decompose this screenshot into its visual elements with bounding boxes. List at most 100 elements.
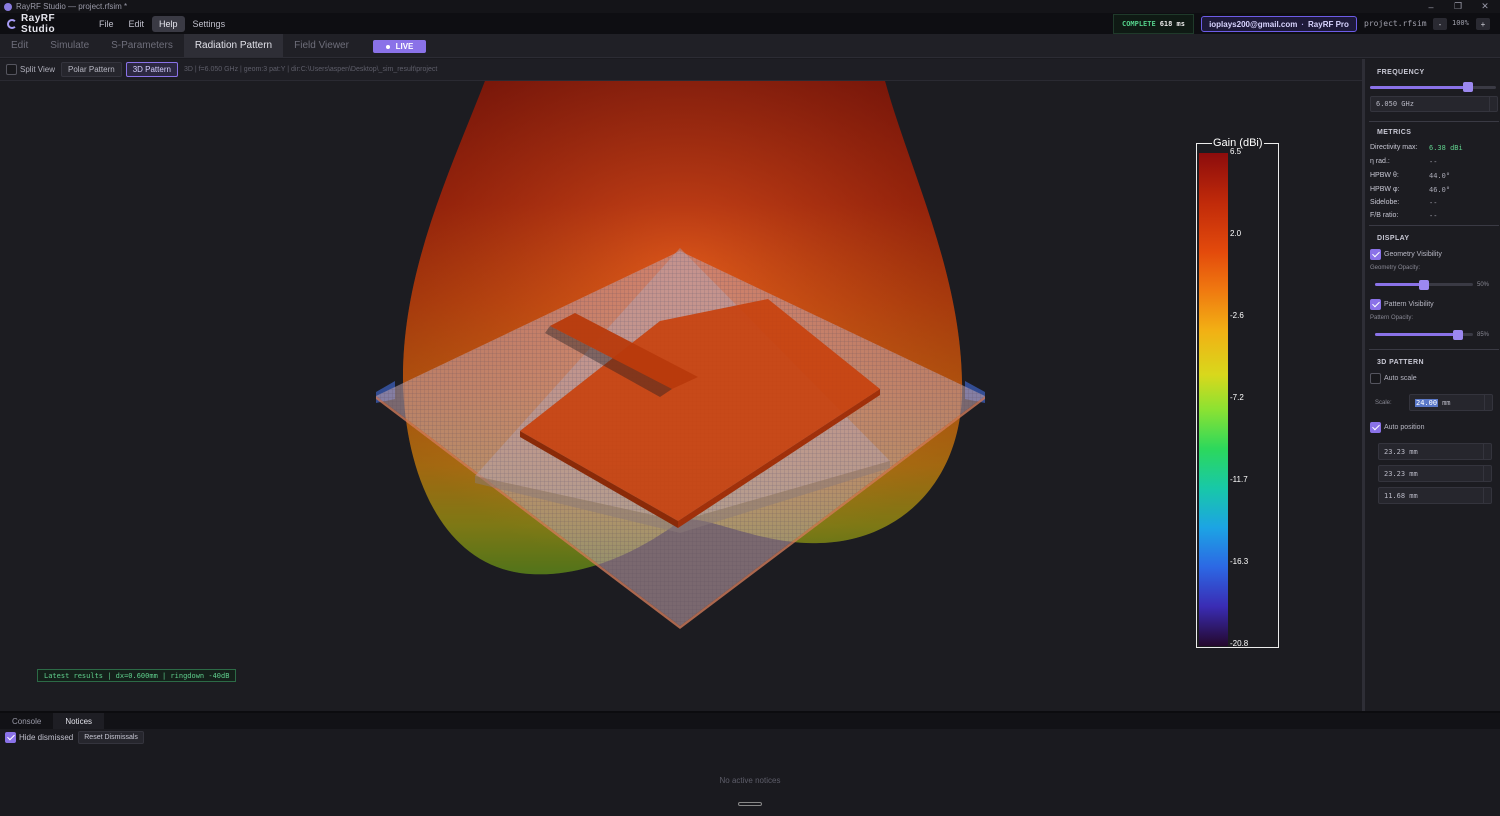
colorbar-tick: 6.5 <box>1230 147 1242 156</box>
radiation-pattern-render <box>376 81 985 629</box>
view-toolbar: Split View Polar Pattern 3D Pattern 3D |… <box>0 59 1362 81</box>
colorbar-tick: -2.6 <box>1230 311 1244 320</box>
geometry-opacity-thumb[interactable] <box>1419 280 1429 290</box>
brand-name: RayRF Studio <box>20 12 56 35</box>
user-account-badge[interactable]: ioplays200@gmail.com · RayRF Pro <box>1201 16 1357 32</box>
3d-pattern-button[interactable]: 3D Pattern <box>125 62 178 77</box>
metric-value: -- <box>1429 212 1438 220</box>
menu-bar: RayRF Studio File Edit Help Settings COM… <box>0 12 1500 35</box>
tab-console[interactable]: Console <box>0 713 53 729</box>
close-window-button[interactable]: ✕ <box>1472 0 1498 13</box>
metric-label: HPBW θ: <box>1370 172 1399 179</box>
tab-edit[interactable]: Edit <box>0 34 39 57</box>
metric-value: 46.0° <box>1429 186 1451 194</box>
app-icon <box>4 2 12 11</box>
geometry-visibility-checkbox[interactable] <box>1370 249 1381 260</box>
geometry-visibility-toggle[interactable]: Geometry Visibility <box>1370 249 1442 260</box>
position-z-spinner[interactable] <box>1483 488 1491 503</box>
menu-edit[interactable]: Edit <box>122 16 152 32</box>
geometry-opacity-label: Geometry Opacity: <box>1370 265 1421 271</box>
rayrf-logo-icon <box>7 18 17 29</box>
project-filename: project.rfsim <box>1364 19 1427 28</box>
reset-dismissals-button[interactable]: Reset Dismissals <box>78 731 144 744</box>
geometry-opacity-value: 50% <box>1477 282 1490 288</box>
divider <box>1369 225 1499 226</box>
tab-field-viewer[interactable]: Field Viewer <box>283 34 360 57</box>
metrics-heading: METRICS <box>1377 129 1412 136</box>
latest-results-badge: Latest results | dx=0.600mm | ringdown -… <box>37 669 237 682</box>
position-x-spinner[interactable] <box>1483 444 1491 459</box>
tab-notices[interactable]: Notices <box>53 713 105 729</box>
minimize-button[interactable]: – <box>1418 0 1444 13</box>
pattern-visibility-toggle[interactable]: Pattern Visibility <box>1370 299 1434 310</box>
user-email: ioplays200@gmail.com <box>1209 19 1298 29</box>
frequency-spinner[interactable] <box>1489 97 1497 111</box>
split-view-checkbox[interactable] <box>6 64 17 75</box>
scale-input[interactable]: 24.00 mm <box>1409 394 1493 411</box>
maximize-button[interactable]: ❐ <box>1445 0 1471 13</box>
hide-dismissed-toggle[interactable]: Hide dismissed <box>5 732 73 743</box>
pattern-opacity-thumb[interactable] <box>1453 330 1463 340</box>
live-dot-icon <box>385 44 390 49</box>
pattern-visibility-checkbox[interactable] <box>1370 299 1381 310</box>
live-badge[interactable]: LIVE <box>373 40 426 53</box>
zoom-in-button[interactable]: + <box>1476 18 1490 30</box>
bottom-tabs: Console Notices <box>0 713 1500 729</box>
view-info-line: 3D | f=6.050 GHz | geom:3 pat:Y | dir:C:… <box>183 66 438 73</box>
divider <box>1369 349 1499 350</box>
position-x-input[interactable]: 23.23 mm <box>1378 443 1492 460</box>
split-view-label: Split View <box>20 65 55 74</box>
auto-position-toggle[interactable]: Auto position <box>1370 422 1424 433</box>
divider <box>1369 121 1499 122</box>
metric-value: -- <box>1429 158 1438 166</box>
geometry-opacity-fill <box>1375 283 1424 286</box>
menu-help[interactable]: Help <box>152 15 185 32</box>
menu-settings[interactable]: Settings <box>186 16 233 32</box>
metric-value: -- <box>1429 199 1438 207</box>
3d-viewport[interactable]: Latest results | dx=0.600mm | ringdown -… <box>0 81 1362 711</box>
tab-radiation-pattern[interactable]: Radiation Pattern <box>183 34 284 57</box>
auto-scale-checkbox[interactable] <box>1370 373 1381 384</box>
tab-simulate[interactable]: Simulate <box>39 34 100 57</box>
metric-label: Sidelobe: <box>1370 199 1400 206</box>
colorbar-tick: -7.2 <box>1230 393 1244 402</box>
notices-toolbar: Hide dismissed Reset Dismissals <box>0 729 1500 746</box>
polar-pattern-button[interactable]: Polar Pattern <box>60 62 122 77</box>
pattern-opacity-fill <box>1375 333 1458 336</box>
menu-file[interactable]: File <box>92 16 121 32</box>
hide-dismissed-checkbox[interactable] <box>5 732 16 743</box>
simulation-status-badge: COMPLETE 618 ms <box>1113 14 1194 34</box>
metric-value: 44.0° <box>1429 172 1451 180</box>
display-heading: DISPLAY <box>1377 235 1410 242</box>
notices-list: No active notices <box>0 746 1500 816</box>
scale-label: Scale: <box>1375 400 1392 406</box>
window-titlebar: RayRF Studio — project.rfsim * – ❐ ✕ <box>0 0 1500 13</box>
scale-spinner[interactable] <box>1484 395 1492 410</box>
zoom-level: 100% <box>1452 19 1469 27</box>
user-plan: RayRF Pro <box>1308 19 1349 29</box>
frequency-slider-thumb[interactable] <box>1463 82 1473 92</box>
pattern-opacity-label: Pattern Opacity: <box>1370 315 1414 321</box>
auto-scale-toggle[interactable]: Auto scale <box>1370 373 1417 384</box>
colorbar-tick: -11.7 <box>1230 475 1248 484</box>
split-view-toggle[interactable]: Split View <box>6 64 55 75</box>
frequency-slider-fill <box>1370 86 1468 89</box>
frequency-input[interactable]: 6.050 GHz <box>1370 96 1498 112</box>
zoom-out-button[interactable]: - <box>1433 18 1447 30</box>
position-z-input[interactable]: 11.68 mm <box>1378 487 1492 504</box>
auto-position-checkbox[interactable] <box>1370 422 1381 433</box>
metric-label: η rad.: <box>1370 158 1390 165</box>
colorbar-tick: -20.8 <box>1230 639 1249 648</box>
resize-handle[interactable] <box>738 802 762 806</box>
empty-notices-message: No active notices <box>719 776 781 785</box>
status-time: 618 ms <box>1159 20 1185 28</box>
tab-s-parameters[interactable]: S-Parameters <box>100 34 184 57</box>
frequency-heading: FREQUENCY <box>1377 69 1425 76</box>
position-y-spinner[interactable] <box>1483 466 1491 481</box>
metric-label: Directivity max: <box>1370 144 1418 151</box>
colorbar-tick: 2.0 <box>1230 229 1242 238</box>
position-y-input[interactable]: 23.23 mm <box>1378 465 1492 482</box>
properties-panel: FREQUENCY 6.050 GHz METRICS Directivity … <box>1362 59 1500 711</box>
metric-label: HPBW φ: <box>1370 186 1400 193</box>
status-label: COMPLETE <box>1121 20 1156 28</box>
